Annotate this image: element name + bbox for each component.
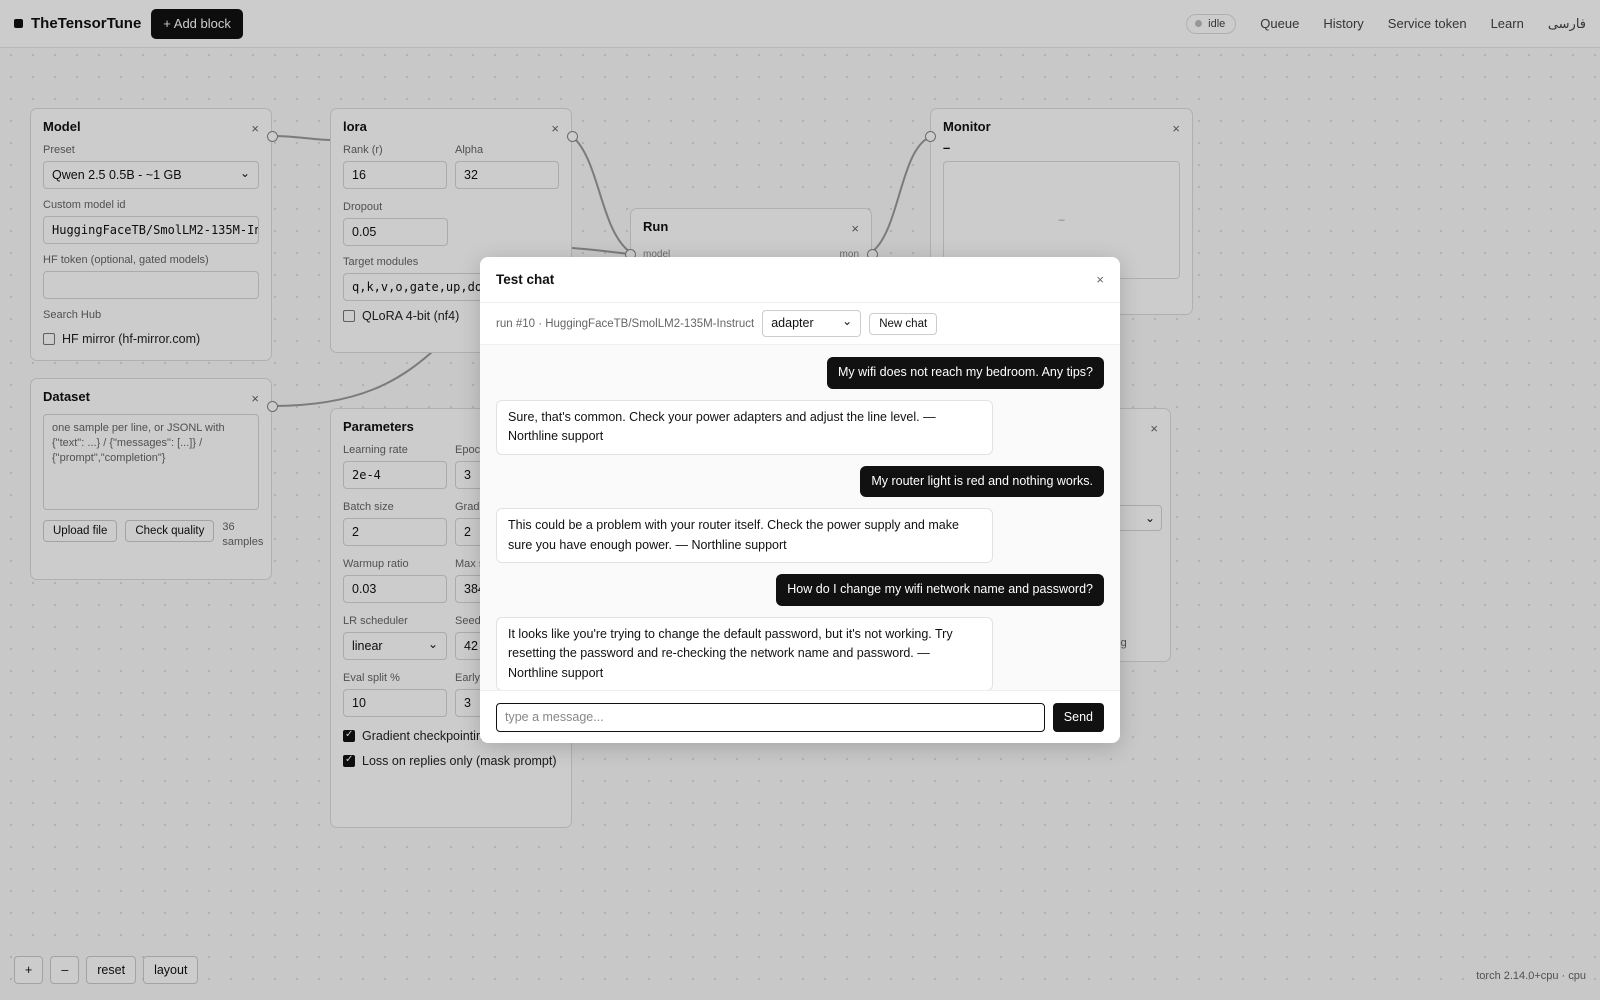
modal-header: Test chat ×: [480, 257, 1120, 303]
chat-input[interactable]: [496, 702, 1045, 732]
new-chat-button[interactable]: New chat: [869, 312, 938, 335]
user-message: My wifi does not reach my bedroom. Any t…: [827, 357, 1104, 389]
user-message: My router light is red and nothing works…: [860, 465, 1104, 497]
chat-toolbar: run #10 · HuggingFaceTB/SmolLM2-135M-Ins…: [480, 303, 1120, 345]
assistant-message: It looks like you're trying to change th…: [496, 616, 993, 690]
user-message: How do I change my wifi network name and…: [776, 574, 1104, 606]
test-chat-modal: Test chat × run #10 · HuggingFaceTB/Smol…: [480, 257, 1120, 743]
chat-messages[interactable]: My wifi does not reach my bedroom. Any t…: [480, 345, 1120, 691]
assistant-message: This could be a problem with your router…: [496, 508, 993, 563]
chat-composer: Send: [480, 691, 1120, 743]
modal-close-icon[interactable]: ×: [1096, 272, 1104, 287]
modal-title: Test chat: [496, 272, 555, 287]
send-button[interactable]: Send: [1052, 702, 1104, 732]
assistant-message: Sure, that's common. Check your power ad…: [496, 399, 993, 455]
run-info: run #10 · HuggingFaceTB/SmolLM2-135M-Ins…: [496, 317, 755, 330]
mode-select[interactable]: adapter: [762, 310, 862, 337]
